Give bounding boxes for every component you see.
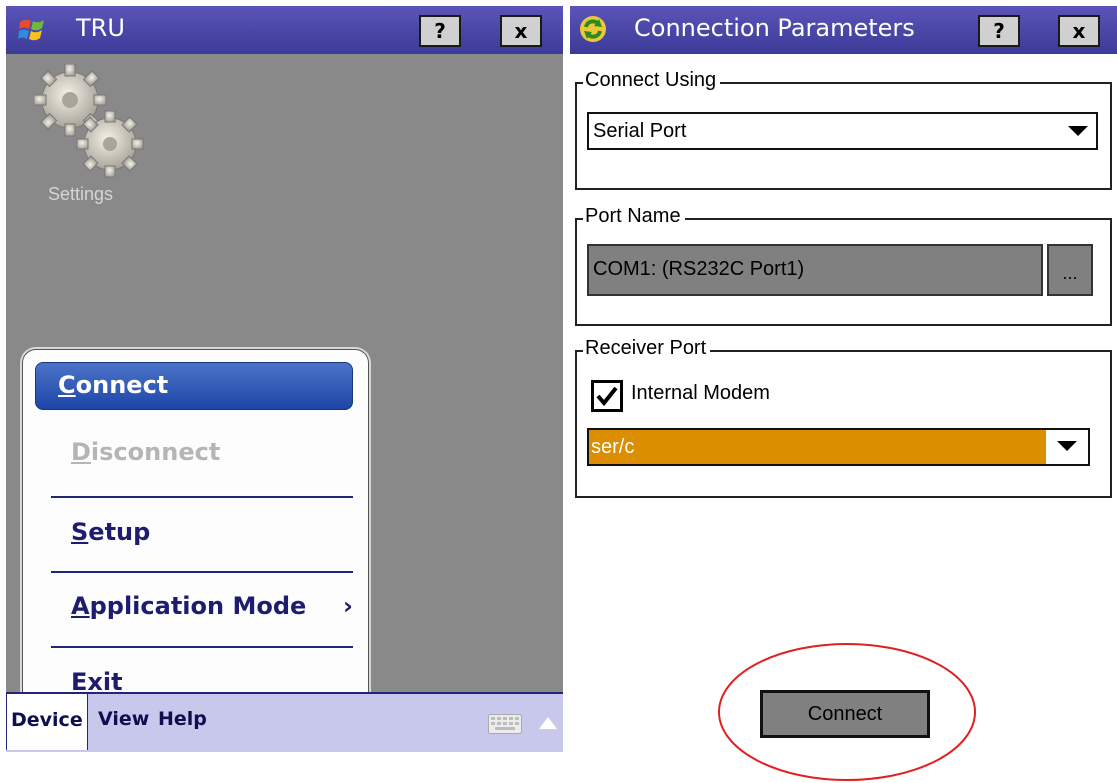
receiver-port-label: Receiver Port: [583, 337, 711, 360]
connect-using-dropdown[interactable]: Serial Port: [587, 112, 1098, 150]
windows-start-icon[interactable]: [18, 16, 46, 44]
menu-item-application-mode-label: Application Mode: [71, 592, 307, 620]
connect-using-value: Serial Port: [593, 120, 687, 142]
receiver-port-dropdown[interactable]: ser/c: [587, 428, 1090, 466]
tru-window: TRU ? x Settings Connect Disconnect Setu…: [6, 6, 563, 752]
menu-bar: Device View Help: [6, 692, 563, 752]
dropdown-button: [1046, 430, 1088, 464]
port-name-field[interactable]: COM1: (RS232C Port1): [587, 244, 1043, 296]
refresh-icon: [580, 16, 606, 42]
close-button[interactable]: x: [500, 15, 542, 47]
internal-modem-label: Internal Modem: [631, 382, 770, 404]
connect-using-label: Connect Using: [583, 69, 721, 92]
menu-item-connect-label: Connect: [58, 371, 169, 399]
window-title: Connection Parameters: [634, 14, 915, 42]
menu-separator: [51, 496, 353, 498]
menu-item-connect[interactable]: Connect: [35, 362, 353, 410]
browse-port-button[interactable]: ...: [1047, 244, 1093, 296]
receiver-port-group: Receiver Port Internal Modem ser/c: [575, 337, 1112, 498]
menu-separator: [51, 646, 353, 648]
help-button[interactable]: ?: [978, 15, 1020, 47]
connection-parameters-window: Connection Parameters ? x Connect Using …: [570, 6, 1117, 781]
menu-item-setup-label: Setup: [71, 518, 151, 546]
connect-using-group: Connect Using Serial Port: [575, 69, 1112, 190]
menubar-help[interactable]: Help: [158, 708, 207, 730]
checkmark-icon: [596, 386, 618, 407]
annotation-circle: [718, 643, 976, 781]
menu-item-disconnect-label: Disconnect: [71, 438, 221, 466]
title-bar: TRU ? x: [6, 6, 563, 54]
menubar-device[interactable]: Device: [6, 694, 88, 750]
port-name-value: COM1: (RS232C Port1): [593, 258, 805, 280]
title-bar: Connection Parameters ? x: [570, 6, 1117, 54]
device-menu: Connect Disconnect Setup Application Mod…: [22, 349, 369, 721]
settings-label: Settings: [48, 184, 114, 204]
gears-icon: [34, 64, 144, 178]
chevron-down-icon: [1057, 441, 1077, 451]
keyboard-icon[interactable]: [488, 714, 522, 734]
receiver-port-value: ser/c: [591, 436, 635, 458]
input-panel-arrow-icon[interactable]: [538, 716, 558, 730]
chevron-down-icon: [1068, 126, 1088, 136]
close-button[interactable]: x: [1058, 15, 1100, 47]
submenu-arrow-icon: ›: [343, 592, 353, 620]
help-button[interactable]: ?: [419, 15, 461, 47]
port-name-group: Port Name COM1: (RS232C Port1) ...: [575, 205, 1112, 326]
desktop-area: Settings Connect Disconnect Setup Applic…: [6, 54, 563, 721]
internal-modem-checkbox[interactable]: [591, 380, 623, 412]
menu-separator: [51, 571, 353, 573]
port-name-label: Port Name: [583, 205, 685, 228]
window-title: TRU: [76, 14, 125, 42]
menubar-view[interactable]: View: [98, 708, 149, 730]
